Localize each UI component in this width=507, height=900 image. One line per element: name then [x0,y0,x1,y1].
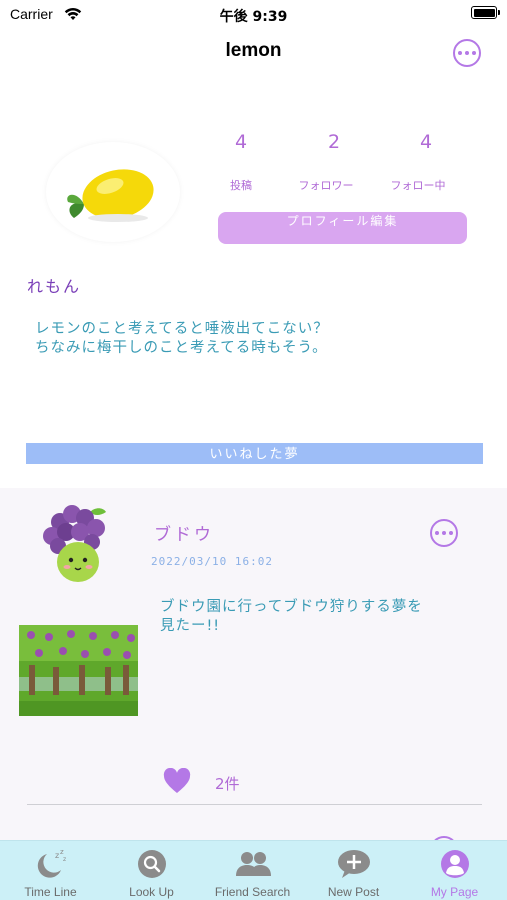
tab-new-post[interactable]: New Post [303,841,404,900]
tab-label: My Page [430,885,479,899]
tab-my-page[interactable]: My Page [404,841,505,900]
battery-icon [471,6,500,19]
post-body: ブドウ園に行ってブドウ狩りする夢を 見たー!! [160,598,480,636]
plus-bubble-icon [303,848,404,880]
post-image[interactable] [19,625,138,716]
post-avatar[interactable] [38,498,118,588]
svg-text:z: z [55,851,59,860]
person-icon [404,848,505,880]
more-options-icon[interactable] [453,39,481,67]
svg-text:z: z [60,848,64,856]
followers-count: 2 [327,131,341,153]
lemon-icon [67,169,154,222]
tab-friend-search[interactable]: Friend Search [202,841,303,900]
page-title: lemon [225,40,282,61]
post-timestamp: 2022/03/10 16:02 [151,555,273,568]
post-text-line: ブドウ園に行ってブドウ狩りする夢を [160,599,423,615]
tab-label: Time Line [24,885,77,899]
people-icon [202,848,303,880]
following-label[interactable]: フォロー中 [373,177,463,193]
followers-label[interactable]: フォロワー [281,177,371,193]
posts-label[interactable]: 投稿 [196,177,286,193]
tab-label: Look Up [129,885,174,899]
post-username[interactable]: ブドウ [154,520,214,545]
posts-count: 4 [234,131,248,153]
post-divider [27,804,482,805]
liked-dreams-header: いいねした夢 [26,443,483,464]
search-icon [101,848,202,880]
status-time: 午後 9:39 [219,9,288,25]
svg-text:z: z [63,856,66,863]
profile-bio: レモンのこと考えてると唾液出てこない？ ちなみに梅干しのこと考えてる時もそう。 [35,320,475,358]
tab-time-line[interactable]: z z z Time Line [0,841,101,900]
moon-zzz-icon: z z z [0,848,101,880]
grape-character-icon [43,505,106,582]
profile-avatar [46,142,180,242]
vineyard-image [19,625,138,716]
liked-posts-list[interactable]: ブドウ 2022/03/10 16:02 ブドウ園に行ってブドウ狩りする夢を 見… [0,488,507,840]
heart-icon[interactable] [163,767,191,798]
status-bar: Carrier 午後 9:39 [0,0,507,30]
tab-bar: z z z Time Line Look Up Friend Search Ne… [0,840,507,900]
tab-label: Friend Search [214,885,291,899]
like-count: 2件 [215,775,240,793]
bio-line: レモンのこと考えてると唾液出てこない？ [35,321,329,337]
edit-profile-button[interactable]: プロフィール編集 [218,212,467,244]
post-more-icon[interactable] [430,519,458,547]
tab-label: New Post [327,885,380,899]
post-text-line: 見たー!! [160,618,221,634]
bio-line: ちなみに梅干しのこと考えてる時もそう。 [35,340,328,356]
following-count: 4 [419,131,433,153]
tab-look-up[interactable]: Look Up [101,841,202,900]
display-name: れもん [27,277,82,296]
